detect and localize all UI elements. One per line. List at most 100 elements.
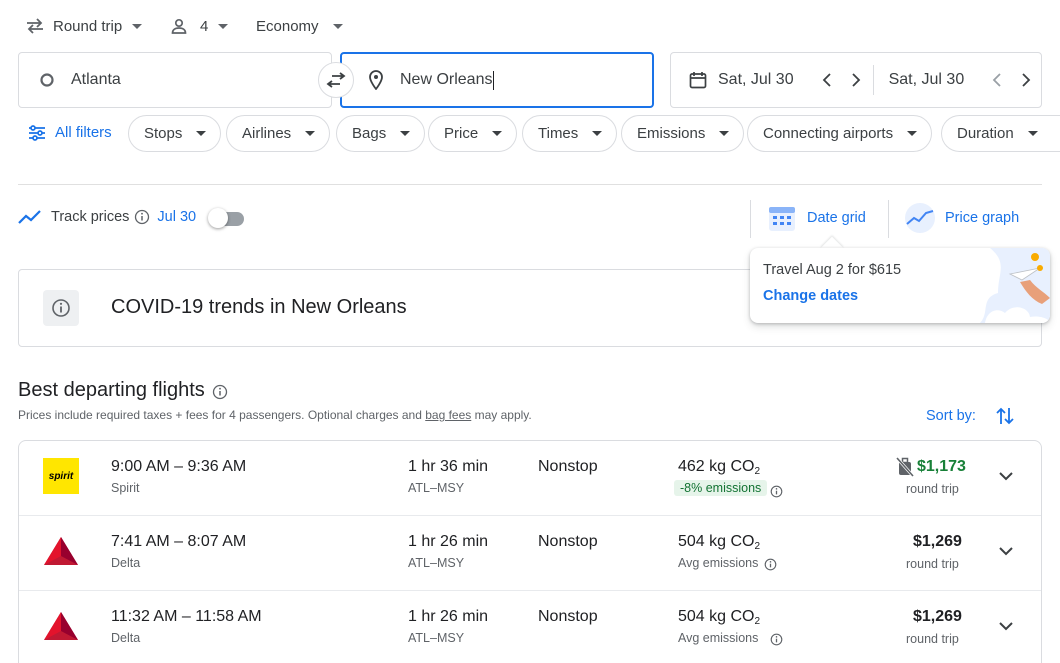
flight-row[interactable]: spirit 9:00 AM – 9:36 AM Spirit 1 hr 36 … bbox=[19, 441, 1041, 516]
flight-price: $1,269 bbox=[913, 533, 962, 550]
view-divider bbox=[888, 200, 889, 238]
chevron-right-icon[interactable] bbox=[1021, 73, 1031, 87]
spirit-logo-text: spirit bbox=[48, 470, 74, 482]
flight-co2: 504 kg CO2 bbox=[678, 608, 761, 627]
popup-text: Travel Aug 2 for $615 bbox=[763, 262, 902, 278]
filter-price[interactable]: Price bbox=[428, 115, 518, 152]
flight-price: $1,269 bbox=[913, 608, 962, 625]
cheaper-dates-popup: Travel Aug 2 for $615 Change dates bbox=[750, 248, 1050, 323]
destination-field[interactable]: New Orleans bbox=[340, 52, 654, 108]
filter-duration[interactable]: Duration bbox=[941, 115, 1060, 152]
flight-route: ATL–MSY bbox=[408, 631, 465, 645]
section-title: Best departing flights bbox=[18, 379, 205, 401]
chevron-down-icon bbox=[907, 131, 918, 136]
filter-emissions[interactable]: Emissions bbox=[621, 115, 745, 152]
flight-co2: 504 kg CO2 bbox=[678, 533, 761, 552]
info-icon[interactable] bbox=[212, 384, 228, 400]
emissions-badge: -8% emissions bbox=[674, 480, 768, 496]
passengers-select[interactable]: 4 bbox=[171, 14, 229, 38]
date-grid-label: Date grid bbox=[807, 210, 866, 226]
filter-times[interactable]: Times bbox=[522, 115, 618, 152]
section-subtitle: Prices include required taxes + fees for… bbox=[18, 408, 532, 422]
bag-fees-link[interactable]: bag fees bbox=[425, 408, 471, 422]
origin-input: Atlanta bbox=[71, 71, 121, 88]
chip-label: Connecting airports bbox=[763, 125, 894, 142]
swap-icon bbox=[326, 72, 346, 88]
chevron-right-icon[interactable] bbox=[851, 73, 861, 87]
trip-type-label: Round trip bbox=[53, 17, 123, 35]
date-grid-icon bbox=[769, 207, 795, 231]
spirit-logo: spirit bbox=[43, 458, 79, 494]
info-icon[interactable] bbox=[764, 558, 777, 571]
return-date[interactable]: Sat, Jul 30 bbox=[889, 71, 965, 89]
chevron-down-icon bbox=[218, 23, 229, 29]
chevron-down-icon bbox=[492, 131, 503, 136]
flight-times: 9:00 AM – 9:36 AM bbox=[111, 458, 247, 475]
subtitle-text: Prices include required taxes + fees for… bbox=[18, 408, 426, 422]
swap-arrows-icon bbox=[27, 18, 43, 34]
section-divider bbox=[18, 184, 1042, 185]
filter-bags[interactable]: Bags bbox=[336, 115, 426, 152]
chip-label: Emissions bbox=[637, 125, 706, 142]
emissions-label: Avg emissions bbox=[678, 631, 759, 645]
cabin-label: Economy bbox=[256, 17, 319, 35]
info-icon[interactable] bbox=[134, 209, 150, 225]
filter-stops[interactable]: Stops bbox=[128, 115, 222, 152]
chevron-down-icon[interactable] bbox=[999, 472, 1013, 481]
chevron-down-icon bbox=[132, 23, 143, 29]
location-pin-icon bbox=[369, 70, 383, 90]
flight-times: 11:32 AM – 11:58 AM bbox=[111, 608, 262, 625]
chevron-down-icon bbox=[592, 131, 603, 136]
flight-airline: Spirit bbox=[111, 481, 140, 495]
price-graph-button[interactable]: Price graph bbox=[904, 202, 1019, 234]
flight-duration: 1 hr 26 min bbox=[408, 533, 489, 550]
date-grid-button[interactable]: Date grid bbox=[768, 204, 866, 232]
track-date: Jul 30 bbox=[157, 209, 197, 225]
info-icon[interactable] bbox=[770, 633, 783, 646]
origin-field[interactable]: Atlanta bbox=[18, 52, 332, 108]
destination-input: New Orleans bbox=[400, 71, 493, 88]
emissions-label: Avg emissions bbox=[678, 556, 759, 570]
chip-label: Times bbox=[538, 125, 579, 142]
chevron-left-icon[interactable] bbox=[992, 73, 1002, 87]
depart-date[interactable]: Sat, Jul 30 bbox=[718, 71, 794, 89]
dates-field[interactable]: Sat, Jul 30 Sat, Jul 30 bbox=[670, 52, 1042, 108]
chevron-left-icon[interactable] bbox=[822, 73, 832, 87]
swap-button[interactable] bbox=[318, 62, 354, 98]
sort-button[interactable]: Sort by: bbox=[926, 406, 1014, 426]
chevron-down-icon bbox=[305, 131, 316, 136]
all-filters-label: All filters bbox=[55, 124, 112, 141]
flight-times: 7:41 AM – 8:07 AM bbox=[111, 533, 247, 550]
flight-airline: Delta bbox=[111, 631, 141, 645]
chip-label: Stops bbox=[144, 125, 183, 142]
chip-label: Bags bbox=[352, 125, 387, 142]
chevron-down-icon[interactable] bbox=[999, 622, 1013, 631]
filter-airlines[interactable]: Airlines bbox=[226, 115, 331, 152]
change-dates-link[interactable]: Change dates bbox=[763, 288, 858, 304]
flight-row[interactable]: 11:32 AM – 11:58 AM Delta 1 hr 26 min AT… bbox=[19, 591, 1041, 663]
chevron-down-icon[interactable] bbox=[999, 547, 1013, 556]
text-cursor bbox=[493, 70, 495, 90]
flight-stops: Nonstop bbox=[538, 608, 598, 625]
flight-price: $1,173 bbox=[917, 458, 966, 475]
flight-stops: Nonstop bbox=[538, 458, 598, 475]
flight-airline: Delta bbox=[111, 556, 141, 570]
flight-duration: 1 hr 36 min bbox=[408, 458, 489, 475]
trip-type-select[interactable]: Round trip bbox=[26, 14, 143, 38]
chevron-down-icon bbox=[400, 131, 411, 136]
chip-label: Airlines bbox=[242, 125, 292, 142]
sort-arrows-icon bbox=[996, 407, 1014, 425]
flight-stops: Nonstop bbox=[538, 533, 598, 550]
flight-row[interactable]: 7:41 AM – 8:07 AM Delta 1 hr 26 min ATL–… bbox=[19, 516, 1041, 591]
info-icon[interactable] bbox=[770, 485, 783, 498]
cabin-select[interactable]: Economy bbox=[256, 14, 343, 38]
price-graph-icon bbox=[905, 203, 935, 233]
price-note: round trip bbox=[906, 557, 959, 571]
chip-label: Price bbox=[444, 125, 479, 142]
filter-connecting-airports[interactable]: Connecting airports bbox=[747, 115, 933, 152]
chevron-down-icon bbox=[1027, 131, 1038, 136]
price-note: round trip bbox=[906, 632, 959, 646]
track-prices-toggle[interactable] bbox=[208, 208, 245, 228]
all-filters-button[interactable]: All filters bbox=[28, 124, 112, 141]
person-icon bbox=[171, 18, 187, 34]
